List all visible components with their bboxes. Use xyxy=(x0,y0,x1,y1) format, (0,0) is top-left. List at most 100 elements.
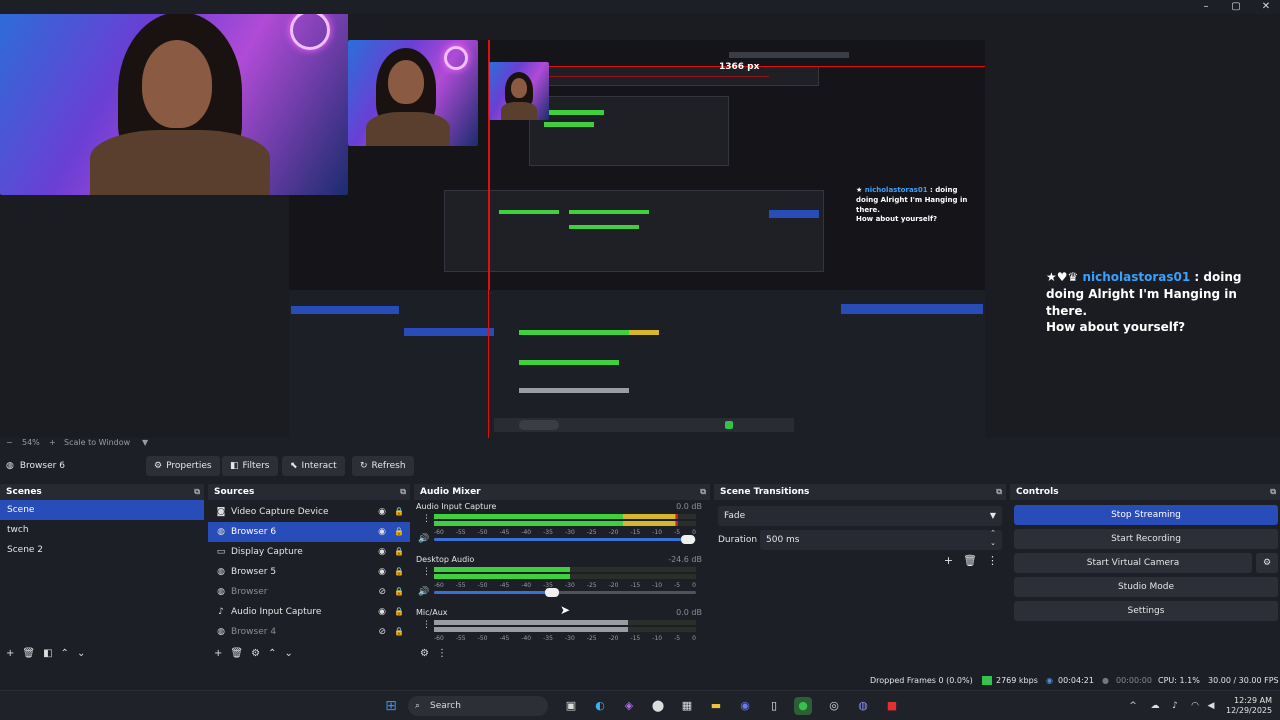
chevron-down-icon[interactable]: ⌄ xyxy=(284,648,292,662)
maps-icon[interactable]: ⬤ xyxy=(649,697,667,715)
add-source-icon[interactable]: + xyxy=(214,648,222,662)
menu-dots-icon[interactable]: ⋮ xyxy=(987,554,998,567)
source-item[interactable]: ◍ Browser 4 ⊘ 🔒 xyxy=(208,622,410,642)
start-recording-button[interactable]: Start Recording xyxy=(1014,529,1278,549)
app-red-icon[interactable]: ■ xyxy=(883,697,901,715)
add-transition-icon[interactable]: + xyxy=(944,554,953,567)
eye-icon[interactable]: ◉ xyxy=(378,602,386,622)
stepper-icon[interactable]: ⌃ ⌄ xyxy=(990,528,996,548)
copilot-icon[interactable]: ◈ xyxy=(620,697,638,715)
chat-overlay: ★♥♛ nicholastoras01 : doing doing Alrigh… xyxy=(1046,269,1280,336)
source-item[interactable]: ◙ Video Capture Device ◉ 🔒 xyxy=(208,502,410,522)
menu-dots-icon[interactable]: ⋮ xyxy=(437,648,447,662)
trash-icon[interactable]: 🗑 xyxy=(22,648,35,662)
microphone-icon[interactable]: ♪ xyxy=(1166,697,1184,715)
source-item[interactable]: ▭ Display Capture ◉ 🔒 xyxy=(208,542,410,562)
eye-icon[interactable]: ◉ xyxy=(378,542,386,562)
cloud-icon[interactable]: ☁ xyxy=(1146,697,1164,715)
store-icon[interactable]: ▦ xyxy=(678,697,696,715)
eye-icon[interactable]: ◉ xyxy=(378,562,386,582)
minimize-button[interactable]: – xyxy=(1192,0,1220,14)
duration-input[interactable]: 500 ms ⌃ ⌄ xyxy=(760,528,1002,550)
dock-float-icon[interactable]: ⧉ xyxy=(996,484,1002,500)
virtual-camera-settings-button[interactable]: ⚙ xyxy=(1256,553,1278,573)
streaming-icon: ◉ xyxy=(1046,676,1053,685)
chat-app-icon[interactable]: ◍ xyxy=(854,697,872,715)
eye-icon[interactable]: ◉ xyxy=(378,522,386,542)
zoom-out-icon[interactable]: − xyxy=(6,438,13,447)
close-button[interactable]: ✕ xyxy=(1252,0,1280,14)
dock-float-icon[interactable]: ⧉ xyxy=(400,484,406,500)
advanced-audio-icon[interactable]: ⚙ xyxy=(420,648,429,662)
windows-start-icon[interactable]: ⊞ xyxy=(382,697,400,715)
properties-button[interactable]: ⚙ Properties xyxy=(146,456,220,476)
meter-scale-tick: -20 xyxy=(608,635,619,642)
lock-icon[interactable]: 🔒 xyxy=(394,502,404,522)
dock-float-icon[interactable]: ⧉ xyxy=(194,484,200,500)
refresh-button[interactable]: ↻ Refresh xyxy=(352,456,414,476)
file-explorer-icon[interactable]: ▬ xyxy=(707,697,725,715)
obs-icon[interactable]: ◎ xyxy=(825,697,843,715)
studio-mode-button[interactable]: Studio Mode xyxy=(1014,577,1278,597)
source-item[interactable]: ◍ Browser ⊘ 🔒 xyxy=(208,582,410,602)
menu-dots-icon[interactable]: ⋮ xyxy=(422,620,431,630)
dock-float-icon[interactable]: ⧉ xyxy=(700,484,706,500)
discord-icon[interactable]: ◉ xyxy=(736,697,754,715)
meter-scale-tick: -25 xyxy=(586,635,597,642)
trash-icon[interactable]: 🗑 xyxy=(963,554,977,567)
volume-slider[interactable] xyxy=(434,535,696,544)
speaker-icon[interactable]: 🔊 xyxy=(418,534,429,544)
lock-icon[interactable]: 🔒 xyxy=(394,582,404,602)
preview-area[interactable]: 1366 px ★ nicholastoras01 : doing doing … xyxy=(0,14,1280,438)
dock-float-icon[interactable]: ⧉ xyxy=(1270,484,1276,500)
lock-icon[interactable]: 🔒 xyxy=(394,562,404,582)
transition-select[interactable]: Fade ▼ xyxy=(718,506,1002,526)
eye-hidden-icon[interactable]: ⊘ xyxy=(378,582,386,602)
gear-icon[interactable]: ⚙ xyxy=(251,648,260,662)
maximize-button[interactable]: ▢ xyxy=(1222,0,1250,14)
volume-slider-knob[interactable] xyxy=(681,535,696,544)
task-view-icon[interactable]: ▣ xyxy=(562,697,580,715)
taskbar-search[interactable]: ⌕ Search xyxy=(408,696,548,716)
source-item[interactable]: ◍ Browser 5 ◉ 🔒 xyxy=(208,562,410,582)
scene-item[interactable]: twch xyxy=(0,520,204,540)
scene-item[interactable]: Scene xyxy=(0,500,204,520)
volume-slider[interactable] xyxy=(434,588,696,597)
source-item[interactable]: ♪ Audio Input Capture ◉ 🔒 xyxy=(208,602,410,622)
chevron-down-icon[interactable]: ⌄ xyxy=(77,648,85,662)
trash-icon[interactable]: 🗑 xyxy=(230,648,243,662)
interact-button[interactable]: ⬉ Interact xyxy=(282,456,345,476)
edge-browser-icon[interactable]: ◐ xyxy=(591,697,609,715)
chevron-up-icon[interactable]: ^ xyxy=(1124,697,1142,715)
lock-icon[interactable]: 🔒 xyxy=(394,522,404,542)
settings-button[interactable]: Settings xyxy=(1014,601,1278,621)
lock-icon[interactable]: 🔒 xyxy=(394,602,404,622)
menu-dots-icon[interactable]: ⋮ xyxy=(422,514,431,524)
eye-hidden-icon[interactable]: ⊘ xyxy=(378,622,386,642)
scene-filter-icon[interactable]: ◧ xyxy=(43,648,52,662)
meter-scale-tick: -30 xyxy=(564,635,575,642)
source-item[interactable]: ◍ Browser 6 ◉ 🔒 xyxy=(208,522,410,542)
spotify-icon[interactable]: ● xyxy=(794,697,812,715)
add-scene-icon[interactable]: + xyxy=(6,648,14,662)
menu-dots-icon[interactable]: ⋮ xyxy=(422,567,431,577)
speaker-icon[interactable]: 🔊 xyxy=(418,587,429,597)
nested-meter xyxy=(544,110,604,115)
stop-streaming-button[interactable]: Stop Streaming xyxy=(1014,505,1278,525)
lock-icon[interactable]: 🔒 xyxy=(394,622,404,642)
scene-item[interactable]: Scene 2 xyxy=(0,540,204,560)
chevron-up-icon[interactable]: ⌃ xyxy=(61,648,69,662)
notepad-icon[interactable]: ▯ xyxy=(765,697,783,715)
lock-icon[interactable]: 🔒 xyxy=(394,542,404,562)
duration-label: Duration xyxy=(718,535,758,545)
zoom-mode[interactable]: Scale to Window xyxy=(64,438,130,447)
eye-icon[interactable]: ◉ xyxy=(378,502,386,522)
filters-button[interactable]: ◧ Filters xyxy=(222,456,278,476)
volume-icon[interactable]: ◀ xyxy=(1202,697,1220,715)
clock[interactable]: 12:29 AM 12/29/2025 xyxy=(1226,696,1272,716)
chevron-up-icon[interactable]: ⌃ xyxy=(268,648,276,662)
volume-slider-knob[interactable] xyxy=(544,588,559,597)
start-virtual-camera-button[interactable]: Start Virtual Camera xyxy=(1014,553,1252,573)
zoom-in-icon[interactable]: + xyxy=(49,438,56,447)
chevron-down-icon[interactable]: ▼ xyxy=(142,438,148,447)
